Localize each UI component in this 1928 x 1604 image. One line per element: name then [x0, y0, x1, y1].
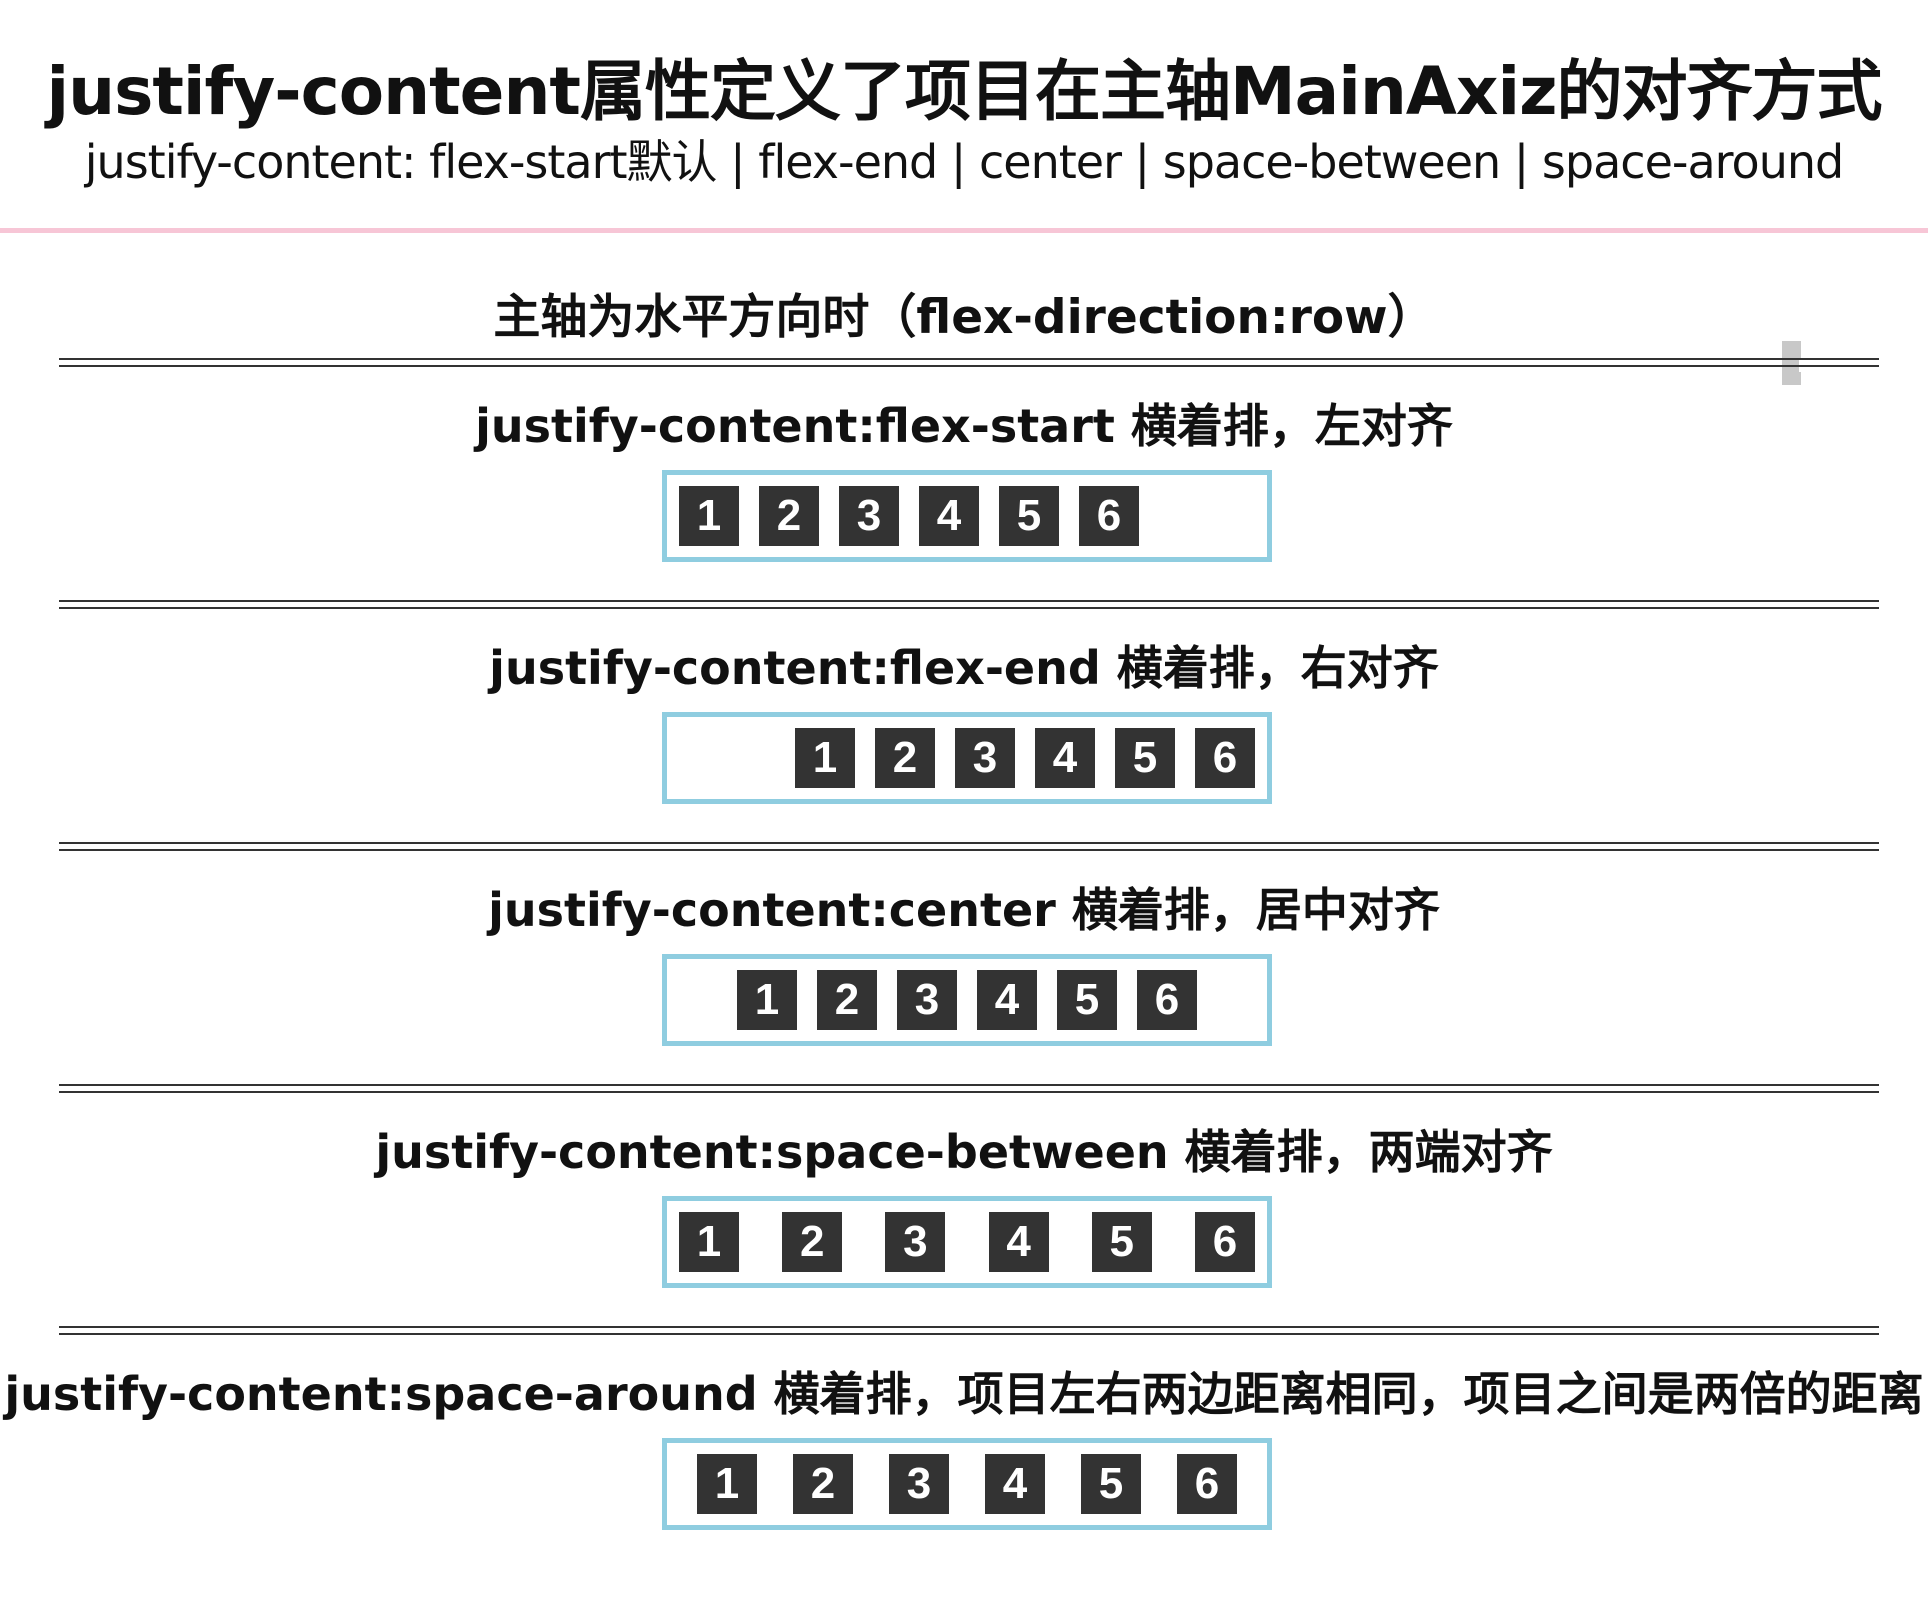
demo-label-flex-end: justify-content:flex-end 横着排，右对齐 [489, 641, 1439, 695]
separator-line [59, 1326, 1879, 1340]
flex-item: 2 [875, 728, 935, 788]
flex-container-center: 1 2 3 4 5 6 [662, 954, 1272, 1046]
flex-item: 1 [679, 486, 739, 546]
flex-item: 2 [782, 1212, 843, 1272]
flex-item: 4 [1035, 728, 1095, 788]
page-header: justify-content属性定义了项目在主轴MainAxiz的对齐方式 j… [0, 0, 1928, 230]
demo-label-flex-start: justify-content:flex-start 横着排，左对齐 [475, 399, 1453, 453]
flex-item: 2 [817, 970, 877, 1030]
flex-item: 2 [793, 1454, 853, 1514]
flex-item: 5 [1081, 1454, 1141, 1514]
flex-item: 5 [1091, 1212, 1152, 1272]
separator-line [59, 600, 1879, 614]
flex-item: 5 [999, 486, 1059, 546]
page-subtitle: justify-content: flex-start默认 | flex-end… [84, 135, 1844, 189]
flex-item: 1 [697, 1454, 757, 1514]
flex-item: 5 [1057, 970, 1117, 1030]
flex-item: 6 [1137, 970, 1197, 1030]
flex-container-flex-end: 1 2 3 4 5 6 [662, 712, 1272, 804]
flex-item: 3 [889, 1454, 949, 1514]
separator-line [59, 1084, 1879, 1098]
flex-item: 4 [985, 1454, 1045, 1514]
flex-item: 1 [795, 728, 855, 788]
flex-item: 2 [759, 486, 819, 546]
flex-item: 1 [679, 1212, 739, 1272]
separator-line [59, 358, 1879, 372]
flex-item: 6 [1177, 1454, 1237, 1514]
demo-label-center: justify-content:center 横着排，居中对齐 [488, 883, 1440, 937]
flex-item: 6 [1079, 486, 1139, 546]
flex-item: 3 [839, 486, 899, 546]
flex-item: 4 [977, 970, 1037, 1030]
flex-item: 3 [955, 728, 1015, 788]
flex-item: 4 [919, 486, 979, 546]
header-divider [0, 228, 1928, 233]
flex-item: 5 [1115, 728, 1175, 788]
flex-item: 6 [1194, 1212, 1255, 1272]
flex-item: 1 [737, 970, 797, 1030]
flex-container-flex-start: 1 2 3 4 5 6 [662, 470, 1272, 562]
demo-label-space-between: justify-content:space-between 横着排，两端对齐 [375, 1125, 1553, 1179]
flex-item: 4 [988, 1212, 1049, 1272]
flex-container-space-between: 1 2 3 4 5 6 [662, 1196, 1272, 1288]
separator-line [59, 842, 1879, 856]
flex-item: 6 [1195, 728, 1255, 788]
page-title: justify-content属性定义了项目在主轴MainAxiz的对齐方式 [46, 53, 1882, 130]
flex-container-space-around: 1 2 3 4 5 6 [662, 1438, 1272, 1530]
flex-item: 3 [885, 1212, 946, 1272]
section-heading: 主轴为水平方向时（flex-direction:row） [493, 290, 1435, 345]
flex-item: 3 [897, 970, 957, 1030]
demo-label-space-around: justify-content:space-around 横着排，项目左右两边距… [4, 1367, 1924, 1421]
